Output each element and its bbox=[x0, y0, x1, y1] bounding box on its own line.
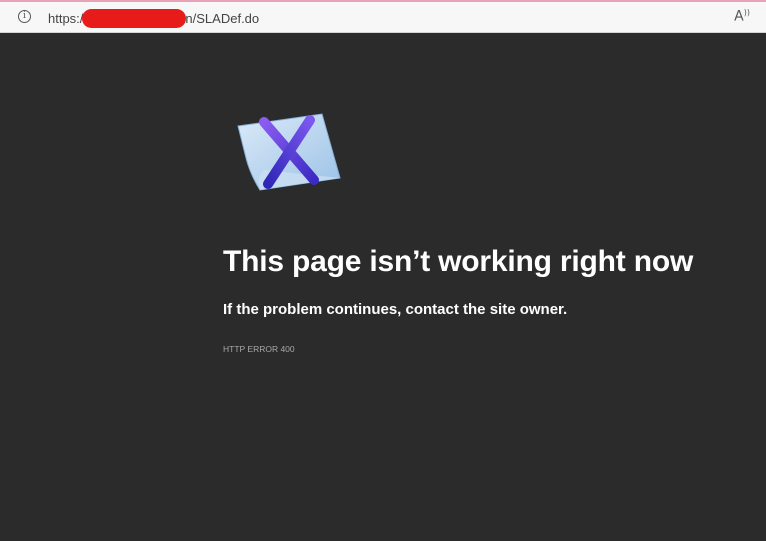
redaction-mark bbox=[82, 9, 187, 28]
read-aloud-waves: )) bbox=[743, 8, 750, 17]
url-suffix: n/SLADef.do bbox=[185, 11, 260, 26]
url-prefix: https:/ bbox=[48, 11, 84, 26]
error-page-icon bbox=[237, 113, 341, 191]
read-aloud-icon[interactable]: A)) bbox=[734, 8, 750, 25]
address-bar[interactable]: i https:/ n/SLADef.do A)) bbox=[0, 2, 766, 33]
error-subtitle: If the problem continues, contact the si… bbox=[223, 301, 568, 318]
info-icon[interactable]: i bbox=[18, 10, 31, 23]
error-code: HTTP ERROR 400 bbox=[223, 344, 295, 354]
error-title: This page isn’t working right now bbox=[223, 245, 694, 278]
url-field[interactable]: https:/ n/SLADef.do bbox=[48, 9, 259, 28]
read-aloud-glyph: A bbox=[734, 8, 744, 25]
